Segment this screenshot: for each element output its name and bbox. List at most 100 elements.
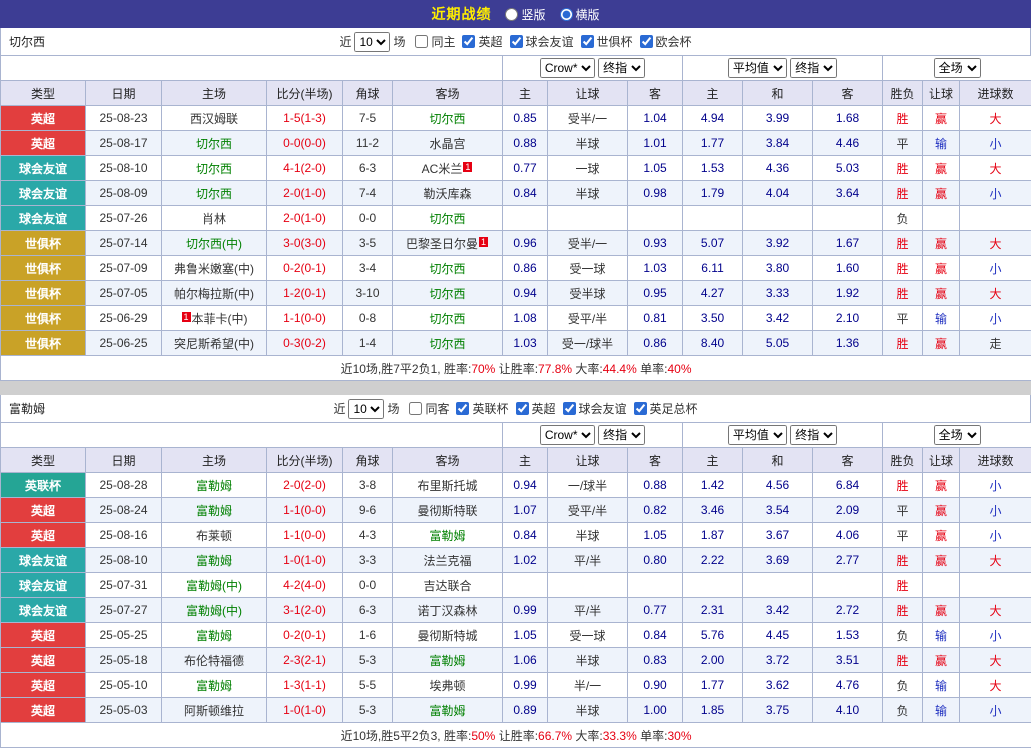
asian-home-odds: 1.03 — [503, 331, 548, 356]
asian-away-odds: 0.82 — [628, 498, 683, 523]
filter-checkbox[interactable]: 同主 — [408, 33, 455, 50]
match-result: 胜 — [883, 548, 923, 573]
away-team-cell: 巴黎圣日尔曼1 — [393, 231, 503, 256]
asian-away-odds: 0.98 — [628, 181, 683, 206]
euro-home-odds: 6.11 — [683, 256, 743, 281]
score: 0-2(0-1) — [267, 623, 343, 648]
filter-checkbox[interactable]: 球会友谊 — [503, 33, 574, 50]
column-header: 让球 — [548, 448, 628, 473]
table-header-row: 类型日期主场比分(半场)角球客场主让球客主和客胜负让球进球数 — [1, 81, 1031, 106]
home-team-cell: 肖林 — [162, 206, 267, 231]
filter-controls: 近 10 场 同主英超球会友谊世俱杯欧会杯 — [339, 32, 691, 52]
asian-odds-time-select[interactable]: 终指 — [598, 425, 645, 445]
filter-checkbox-input[interactable] — [409, 402, 422, 415]
view-option-horizontal[interactable]: 横版 — [560, 6, 600, 23]
euro-home-odds: 1.87 — [683, 523, 743, 548]
team-name: 曼彻斯特联 — [417, 504, 477, 518]
asian-home-odds: 0.86 — [503, 256, 548, 281]
asian-handicap: 平/半 — [548, 548, 628, 573]
euro-odds-time-select[interactable]: 终指 — [790, 58, 837, 78]
column-header: 比分(半场) — [267, 448, 343, 473]
asian-away-odds: 0.93 — [628, 231, 683, 256]
team-name: 突尼斯希望(中) — [174, 337, 254, 351]
team-name: 西汉姆联 — [190, 112, 238, 126]
competition-badge: 英超 — [1, 698, 86, 723]
match-row: 英超25-08-24富勒姆1-1(0-0)9-6曼彻斯特联1.07受平/半0.8… — [1, 498, 1031, 523]
team-name: 帕尔梅拉斯(中) — [174, 287, 254, 301]
score: 0-3(0-2) — [267, 331, 343, 356]
home-team-cell: 富勒姆(中) — [162, 598, 267, 623]
scope-select[interactable]: 全场 — [934, 58, 981, 78]
euro-odds-time-select[interactable]: 终指 — [790, 425, 837, 445]
filter-checkbox[interactable]: 同客 — [402, 400, 449, 417]
summary-row: 近10场,胜5平2负3, 胜率:50% 让胜率:66.7% 大率:33.3% 单… — [1, 723, 1031, 748]
goals-result: 小 — [960, 523, 1031, 548]
recent-count-select[interactable]: 10 — [348, 399, 384, 419]
filter-checkbox-input[interactable] — [581, 35, 594, 48]
euro-home-odds — [683, 573, 743, 598]
asian-away-odds: 0.84 — [628, 623, 683, 648]
filter-checkbox-input[interactable] — [634, 402, 647, 415]
match-date: 25-05-25 — [86, 623, 162, 648]
filter-checkbox[interactable]: 世俱杯 — [574, 33, 633, 50]
handicap-result: 赢 — [923, 498, 960, 523]
bookmaker-select[interactable]: Crow* — [540, 425, 595, 445]
column-header: 进球数 — [960, 448, 1031, 473]
filter-checkbox-input[interactable] — [415, 35, 428, 48]
euro-home-odds — [683, 206, 743, 231]
score: 3-0(3-0) — [267, 231, 343, 256]
euro-odds-type-select[interactable]: 平均值 — [728, 425, 787, 445]
score: 2-0(2-0) — [267, 473, 343, 498]
home-team-cell: 富勒姆 — [162, 473, 267, 498]
horizontal-radio-input[interactable] — [560, 8, 573, 21]
asian-away-odds: 1.03 — [628, 256, 683, 281]
vertical-radio-input[interactable] — [505, 8, 518, 21]
recent-count-select[interactable]: 10 — [354, 32, 390, 52]
column-header: 主场 — [162, 81, 267, 106]
home-team-cell: 切尔西 — [162, 156, 267, 181]
filter-checkbox-input[interactable] — [456, 402, 469, 415]
filter-checkbox-input[interactable] — [640, 35, 653, 48]
column-header: 主 — [683, 81, 743, 106]
bookmaker-select[interactable]: Crow* — [540, 58, 595, 78]
team-heading: 切尔西 — [9, 33, 45, 50]
filter-checkbox[interactable]: 英联杯 — [449, 400, 508, 417]
home-team-cell: 富勒姆 — [162, 623, 267, 648]
euro-odds-selectors: 平均值 终指 — [683, 56, 883, 81]
scope-select[interactable]: 全场 — [934, 425, 981, 445]
view-option-vertical[interactable]: 竖版 — [505, 6, 545, 23]
euro-odds-type-select[interactable]: 平均值 — [728, 58, 787, 78]
filter-checkbox-input[interactable] — [516, 402, 529, 415]
score: 0-2(0-1) — [267, 256, 343, 281]
competition-badge: 世俱杯 — [1, 306, 86, 331]
filter-checkbox[interactable]: 欧会杯 — [633, 33, 692, 50]
corner-score: 7-4 — [343, 181, 393, 206]
filter-checkbox[interactable]: 球会友谊 — [556, 400, 627, 417]
euro-away-odds: 1.53 — [813, 623, 883, 648]
filter-checkbox[interactable]: 英超 — [455, 33, 502, 50]
asian-away-odds: 1.04 — [628, 106, 683, 131]
filter-checkbox-input[interactable] — [510, 35, 523, 48]
corner-score: 3-8 — [343, 473, 393, 498]
euro-draw-odds: 5.05 — [743, 331, 813, 356]
horizontal-radio-label: 横版 — [576, 6, 600, 23]
filter-checkbox[interactable]: 英足总杯 — [627, 400, 698, 417]
euro-home-odds: 3.50 — [683, 306, 743, 331]
match-result: 平 — [883, 523, 923, 548]
filter-checkbox-input[interactable] — [462, 35, 475, 48]
filter-checkbox-input[interactable] — [563, 402, 576, 415]
filter-checkbox[interactable]: 英超 — [509, 400, 556, 417]
competition-badge: 英超 — [1, 648, 86, 673]
match-result: 胜 — [883, 231, 923, 256]
column-header: 主 — [503, 448, 548, 473]
asian-handicap: 受平/半 — [548, 306, 628, 331]
asian-odds-time-select[interactable]: 终指 — [598, 58, 645, 78]
handicap-result: 赢 — [923, 281, 960, 306]
euro-away-odds: 1.67 — [813, 231, 883, 256]
euro-draw-odds: 3.84 — [743, 131, 813, 156]
goals-result: 小 — [960, 473, 1031, 498]
handicap-result: 赢 — [923, 598, 960, 623]
euro-home-odds: 1.53 — [683, 156, 743, 181]
team-name: 切尔西 — [429, 337, 465, 351]
filter-checkbox-label: 英联杯 — [472, 400, 508, 417]
